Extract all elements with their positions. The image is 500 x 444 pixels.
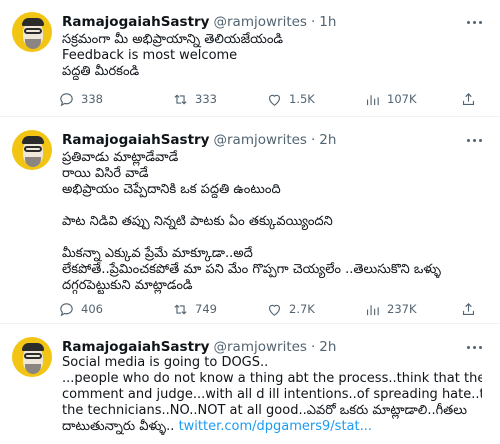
tweet-1[interactable]: RamajogaiahSastry @ramjowrites · 1h సక్ర… xyxy=(0,0,500,117)
share-button[interactable] xyxy=(460,300,483,318)
line-break xyxy=(62,230,482,246)
avatar-beard xyxy=(25,157,41,167)
tweet-text: సక్రమంగా మీ అభిప్రాయాన్ని తెలియజేయండి Fe… xyxy=(62,32,482,80)
separator-dot: · xyxy=(310,339,316,355)
tweet-header: RamajogaiahSastry @ramjowrites · 2h xyxy=(62,337,336,357)
like-button[interactable]: 1.5K xyxy=(266,90,315,108)
avatar[interactable] xyxy=(12,337,52,377)
avatar-glasses xyxy=(24,353,42,359)
author-name[interactable]: RamajogaiahSastry xyxy=(62,132,210,148)
tweet-header: RamajogaiahSastry @ramjowrites · 1h xyxy=(62,12,336,32)
tweet-line: సక్రమంగా మీ అభిప్రాయాన్ని తెలియజేయండి xyxy=(62,32,284,47)
retweet-button[interactable]: 749 xyxy=(172,300,217,318)
retweet-icon xyxy=(174,93,187,105)
avatar[interactable] xyxy=(12,130,52,170)
tweet-line: comment and judge...with all d ill inten… xyxy=(62,387,482,402)
share-button[interactable] xyxy=(460,90,483,108)
views-count: 107K xyxy=(387,92,417,106)
reply-button[interactable]: 338 xyxy=(58,90,103,108)
separator-dot: · xyxy=(310,14,316,30)
retweet-count: 749 xyxy=(195,302,217,316)
tweet-line: లేకపోతే..ప్రేమించకపోతే మా పని మేం గొప్పగ… xyxy=(62,262,441,277)
timestamp[interactable]: 2h xyxy=(319,339,336,355)
views-count: 237K xyxy=(387,302,417,316)
tweet-2[interactable]: RamajogaiahSastry @ramjowrites · 2h ప్రత… xyxy=(0,118,500,324)
retweet-button[interactable]: 333 xyxy=(172,90,217,108)
views-icon xyxy=(366,94,379,105)
like-icon xyxy=(268,94,281,106)
avatar-beard xyxy=(25,39,41,49)
timestamp[interactable]: 2h xyxy=(319,132,336,148)
tweet-actions: 338 333 1.5K 107K xyxy=(58,90,488,108)
reply-icon xyxy=(60,92,73,106)
tweet-line: Feedback is most welcome xyxy=(62,48,238,63)
tweet-line: పాట నిడివి తప్పు నిన్నటి పాటకు ఏం తక్కువ… xyxy=(62,214,333,229)
views-button[interactable]: 107K xyxy=(364,90,417,108)
tweet-line: the technicians..NO..NOT at all good..ఎవ… xyxy=(62,403,468,418)
more-icon[interactable] xyxy=(464,12,484,32)
separator-dot: · xyxy=(310,132,316,148)
tweet-actions: 406 749 2.7K 237K xyxy=(58,300,488,318)
avatar-hair xyxy=(22,343,44,351)
tweet-line: మీకన్నా ఎక్కువ ప్రేమే మాక్కూడా..అదే xyxy=(62,246,253,261)
tweet-3[interactable]: RamajogaiahSastry @ramjowrites · 2h Soci… xyxy=(0,325,500,444)
tweet-text: Social media is going to DOGS.. ...peopl… xyxy=(62,355,482,435)
retweet-count: 333 xyxy=(195,92,217,106)
avatar-glasses xyxy=(24,28,42,34)
tweet-line: రాయి విసిరే వాడే xyxy=(62,166,149,181)
reply-count: 406 xyxy=(81,302,103,316)
retweet-icon xyxy=(174,303,187,315)
author-handle[interactable]: @ramjowrites xyxy=(214,14,307,30)
tweet-line: పద్ధతి మీరకండి xyxy=(62,64,140,79)
tweet-line: ప్రతివాడు మాట్లాడేవాడే xyxy=(62,150,179,165)
like-button[interactable]: 2.7K xyxy=(266,300,315,318)
reply-count: 338 xyxy=(81,92,103,106)
avatar[interactable] xyxy=(12,12,52,52)
avatar-hair xyxy=(22,18,44,26)
like-count: 1.5K xyxy=(289,92,315,106)
like-count: 2.7K xyxy=(289,302,315,316)
share-icon xyxy=(462,92,475,105)
avatar-beard xyxy=(25,364,41,374)
tweet-text: ప్రతివాడు మాట్లాడేవాడే రాయి విసిరే వాడే … xyxy=(62,150,482,294)
timestamp[interactable]: 1h xyxy=(319,14,336,30)
author-handle[interactable]: @ramjowrites xyxy=(214,339,307,355)
avatar-hair xyxy=(22,136,44,144)
author-name[interactable]: RamajogaiahSastry xyxy=(62,14,210,30)
author-name[interactable]: RamajogaiahSastry xyxy=(62,339,210,355)
reply-icon xyxy=(60,302,73,316)
share-icon xyxy=(462,302,475,315)
views-button[interactable]: 237K xyxy=(364,300,417,318)
tweet-line: Social media is going to DOGS.. xyxy=(62,355,269,370)
tweet-link[interactable]: twitter.com/dpgamers9/stat... xyxy=(179,419,372,434)
tweet-line: ...people who do not know a thing abt th… xyxy=(62,371,482,386)
tweet-line: అభిప్రాయం చెప్పేదానికి ఒక పద్ధతి ఉంటుంది xyxy=(62,182,281,197)
views-icon xyxy=(366,304,379,315)
more-icon[interactable] xyxy=(464,130,484,150)
line-break xyxy=(62,198,482,214)
tweet-header: RamajogaiahSastry @ramjowrites · 2h xyxy=(62,130,336,150)
reply-button[interactable]: 406 xyxy=(58,300,103,318)
tweet-line-text: దాటుతున్నారు వీళ్ళు.. xyxy=(62,419,175,434)
tweet-line: దాటుతున్నారు వీళ్ళు.. twitter.com/dpgame… xyxy=(62,419,482,435)
avatar-glasses xyxy=(24,146,42,152)
tweet-line: దగ్గరపెట్టుకుని మాట్లాడండి xyxy=(62,278,193,293)
author-handle[interactable]: @ramjowrites xyxy=(214,132,307,148)
like-icon xyxy=(268,304,281,316)
more-icon[interactable] xyxy=(464,337,484,357)
